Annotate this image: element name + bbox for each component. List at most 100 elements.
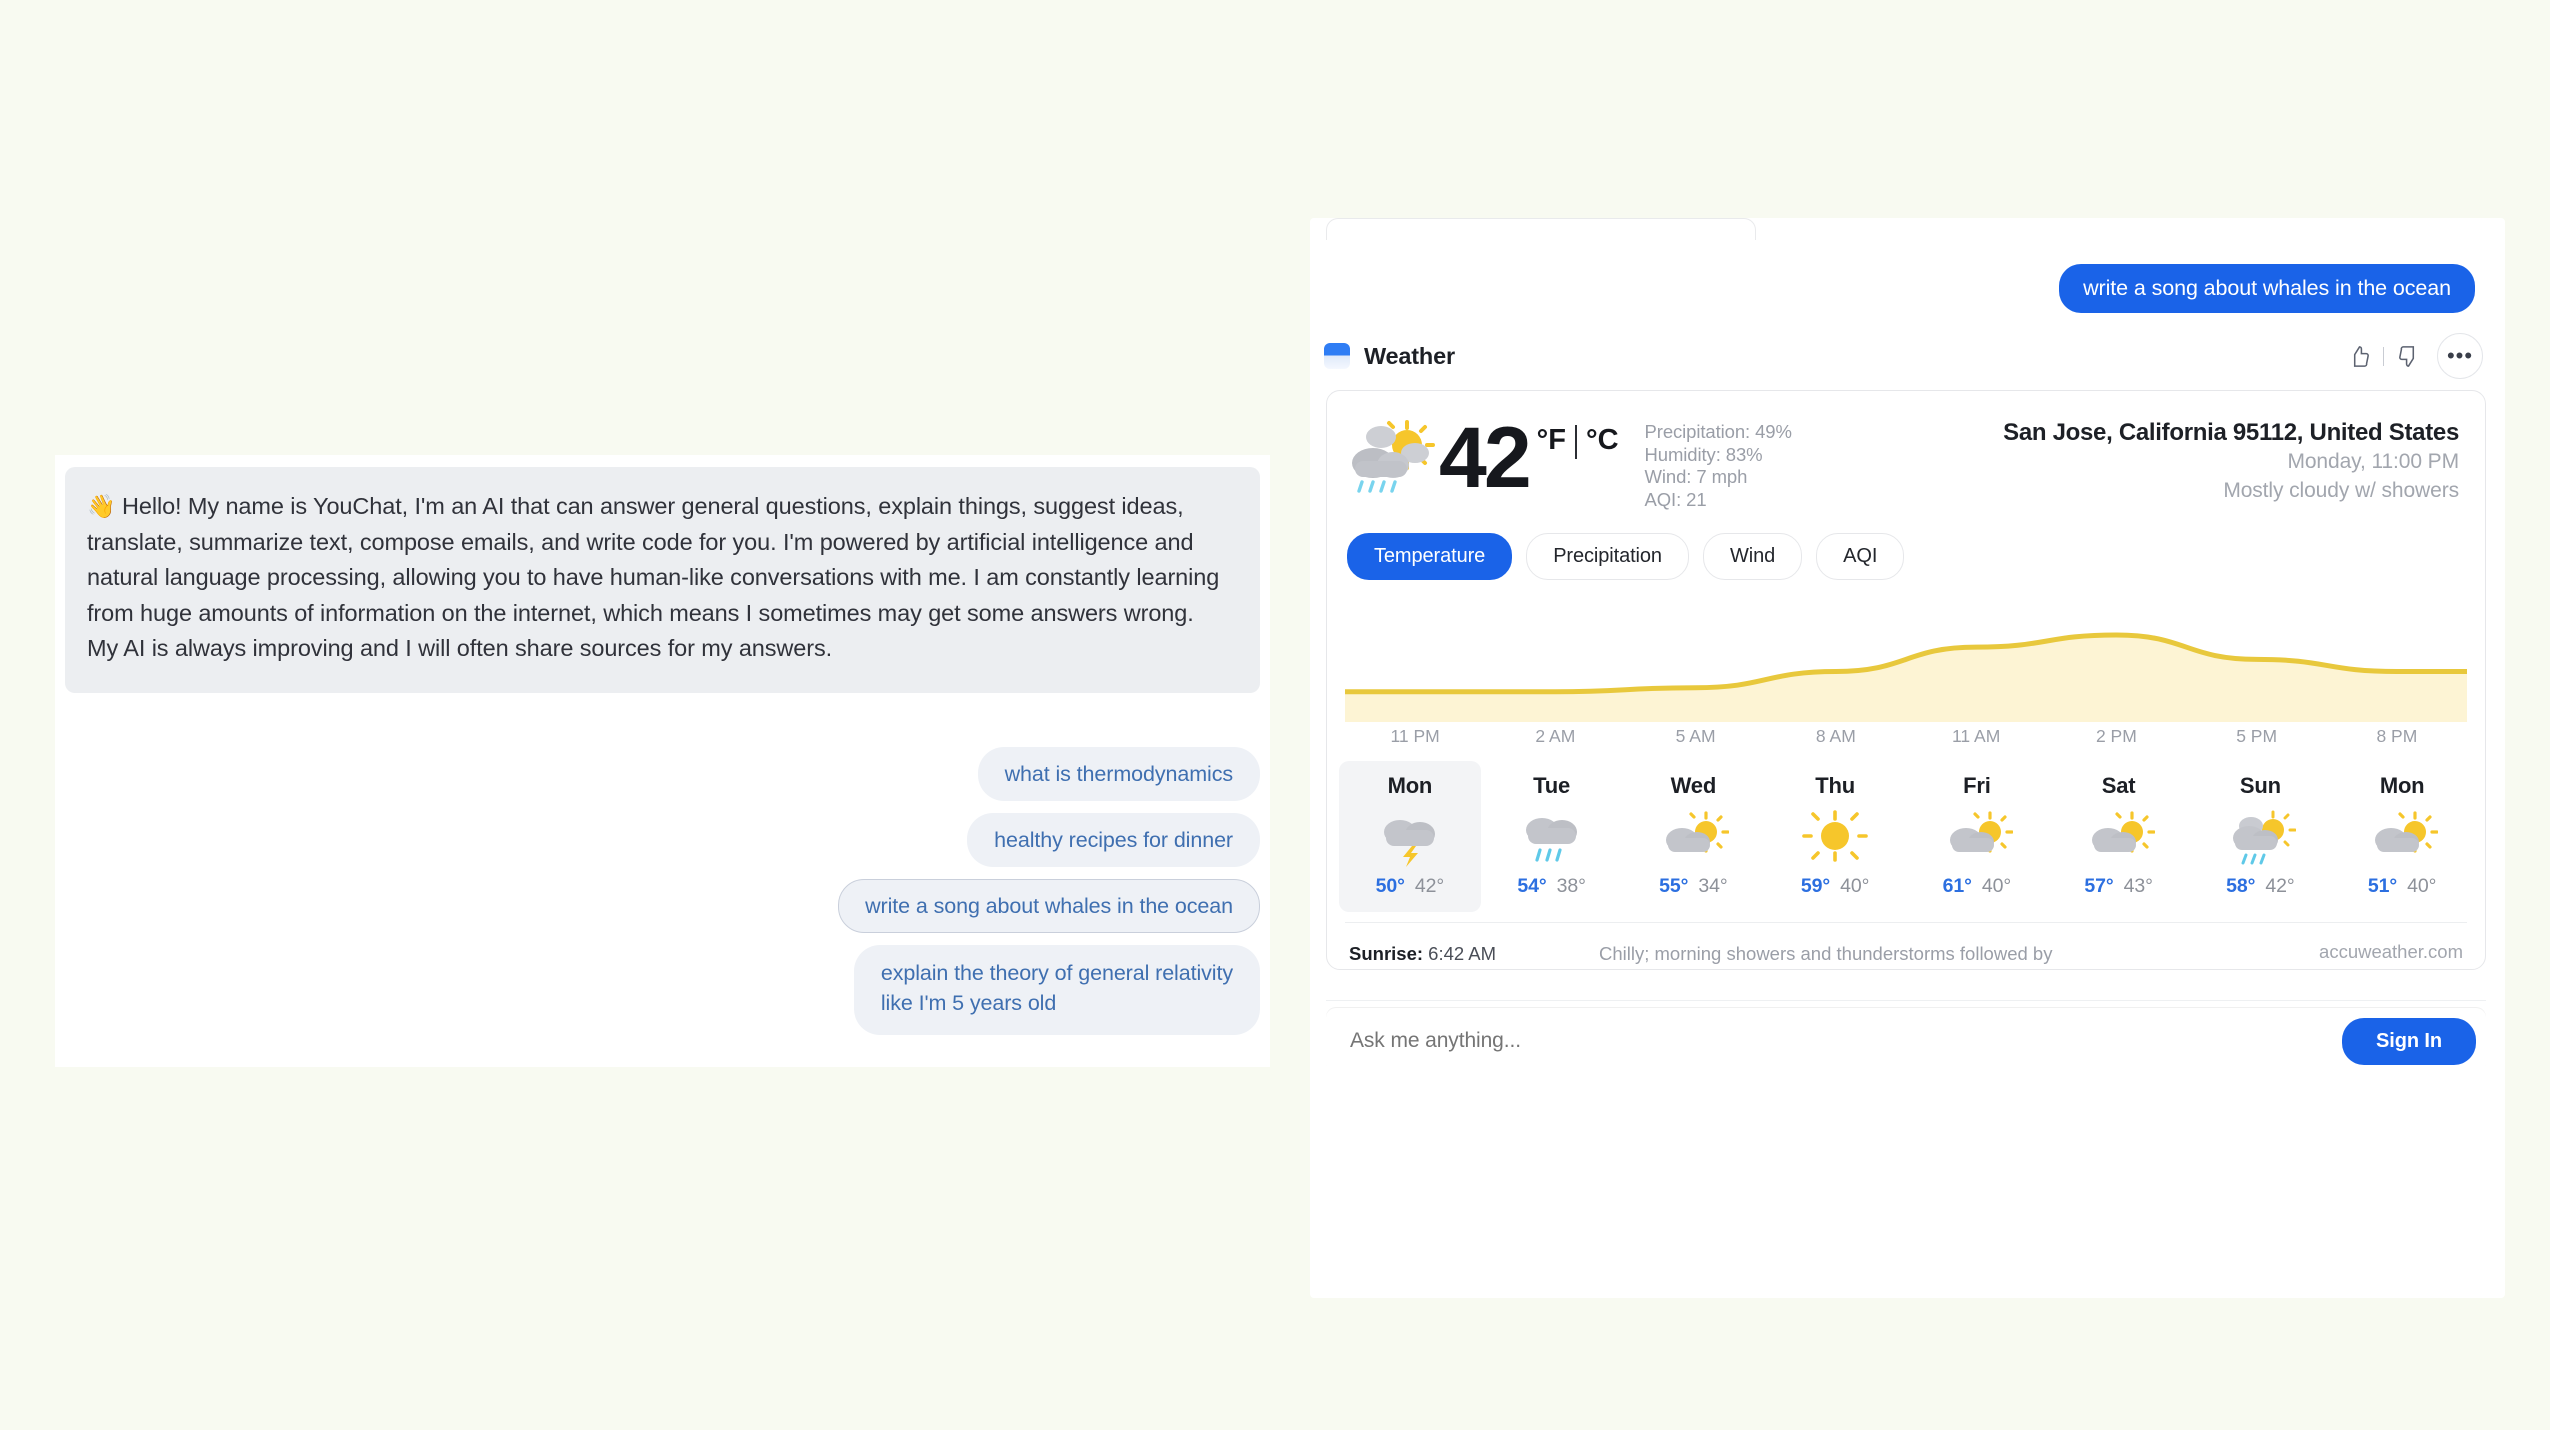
metric-aqi: AQI: 21 [1644, 488, 1707, 510]
cloud-sun-icon [1623, 807, 1765, 869]
forecast-day-name: Sat [2101, 773, 2136, 798]
weather-app-logo-icon [1324, 343, 1350, 369]
location-name: San Jose, California 95112, United State… [2003, 419, 2459, 446]
forecast-day-name: Sun [2239, 773, 2281, 798]
sunrise-row: Sunrise: 6:42 AM [1349, 941, 1599, 967]
forecast-temps: 61° 40° [1906, 875, 2048, 898]
forecast-day-sun-6[interactable]: Sun 58° 42° [2190, 761, 2332, 912]
chat-input-bar: Sign In [1326, 1008, 2486, 1074]
cloud-sun-rain-icon [1345, 419, 1437, 505]
more-options-button[interactable]: ••• [2437, 333, 2483, 379]
forecast-day-name: Tue [1533, 773, 1571, 798]
forecast-low: 40° [1840, 875, 1870, 897]
forecast-high: 51° [2367, 875, 2398, 897]
sunset-row: Sunset: 6:00 PM [1349, 967, 1599, 970]
forecast-high: 57° [2084, 875, 2114, 897]
axis-tick: 11 AM [1951, 726, 2001, 746]
unit-divider [1574, 425, 1577, 459]
forecast-summary: Chilly; morning showers and thunderstorm… [1599, 943, 2053, 964]
sign-in-button[interactable]: Sign In [2342, 1017, 2476, 1065]
weather-answer-header: Weather ••• [1310, 330, 2505, 382]
left-chat-panel: 👋 Hello! My name is YouChat, I'm an AI t… [55, 455, 1270, 1067]
thumbs-down-icon[interactable] [2391, 339, 2425, 373]
input-separator [1326, 1000, 2486, 1001]
metric-wind: Wind: 7 mph [1644, 466, 1748, 487]
tab-precipitation[interactable]: Precipitation [1526, 533, 1689, 580]
forecast-day-tue-1[interactable]: Tue 54° 38° [1481, 761, 1623, 912]
weather-source-link[interactable]: accuweather.com [2319, 941, 2463, 969]
sunset-label: Sunset: [1349, 969, 1417, 970]
local-time: Monday, 11:00 PM [2287, 450, 2459, 473]
forecast-day-name: Thu [1815, 773, 1855, 798]
axis-tick: 8 AM [1815, 726, 1856, 746]
thumbs-up-icon[interactable] [2342, 339, 2376, 373]
forecast-day-mon-7[interactable]: Mon 51° 40° [2331, 761, 2473, 912]
suggestion-chip-relativity[interactable]: explain the theory of general relativity… [853, 945, 1260, 1035]
suggestion-chip-thermodynamics[interactable]: what is thermodynamics [977, 747, 1260, 801]
sunset-value: 6:00 PM [1422, 969, 1491, 970]
forecast-low: 38° [1556, 875, 1586, 897]
action-divider [2383, 346, 2384, 366]
cloud-sun-icon [2331, 807, 2473, 869]
metric-precipitation: Precipitation: 49% [1644, 421, 1792, 442]
axis-tick: 5 AM [1675, 726, 1716, 746]
suggestion-row: what is thermodynamics [55, 747, 1270, 801]
weather-header-title: Weather [1364, 342, 1455, 369]
suggestion-row: write a song about whales in the ocean [55, 879, 1270, 933]
forecast-temps: 57° 43° [2048, 875, 2190, 898]
cloud-sun-icon [1906, 807, 2048, 869]
forecast-day-fri-4[interactable]: Fri 61° 40° [1906, 761, 2048, 912]
sun-times: Sunrise: 6:42 AM Sunset: 6:00 PM [1349, 941, 1599, 970]
cloud-sun-rain-icon [2190, 807, 2332, 869]
forecast-temps: 59° 40° [1764, 875, 1906, 898]
weather-current-row: 42 °F °C Precipitation: 49% Humidity: 83… [1327, 391, 2485, 511]
previous-card-partial [1326, 218, 1756, 240]
forecast-low: 43° [2123, 875, 2153, 897]
axis-tick: 2 AM [1535, 726, 1576, 746]
temperature-chart [1345, 602, 2467, 722]
suggestion-chip-recipes[interactable]: healthy recipes for dinner [967, 813, 1260, 867]
forecast-temps: 54° 38° [1481, 875, 1623, 898]
forecast-day-name: Wed [1670, 773, 1717, 798]
tab-aqi[interactable]: AQI [1816, 533, 1905, 580]
forecast-day-mon-0[interactable]: Mon 50° 42° [1339, 761, 1481, 912]
forecast-day-thu-3[interactable]: Thu 59° 40° [1764, 761, 1906, 912]
suggestion-row: explain the theory of general relativity… [55, 945, 1270, 1035]
sunrise-value: 6:42 AM [1428, 943, 1497, 964]
forecast-low: 34° [1698, 875, 1728, 897]
unit-toggle[interactable]: °F °C [1537, 425, 1619, 511]
forecast-temps: 50° 42° [1339, 875, 1481, 898]
forecast-low: 40° [2407, 875, 2437, 897]
tab-wind[interactable]: Wind [1702, 533, 1803, 580]
tab-temperature[interactable]: Temperature [1347, 533, 1513, 580]
daily-forecast-row: Mon 50° 42° Tue 54° 38° Wed 55° 34° Thu … [1339, 761, 2473, 912]
sunrise-label: Sunrise: [1349, 943, 1424, 964]
forecast-day-name: Mon [2379, 773, 2425, 798]
metric-humidity: Humidity: 83% [1644, 443, 1763, 465]
unit-celsius[interactable]: °C [1586, 425, 1619, 455]
forecast-high: 61° [1942, 875, 1972, 897]
unit-fahrenheit[interactable]: °F [1537, 425, 1566, 455]
weather-tab-bar: Temperature Precipitation Wind AQI [1327, 511, 2485, 580]
axis-tick: 8 PM [2376, 726, 2418, 746]
forecast-temps: 51° 40° [2331, 875, 2473, 898]
suggestion-chip-whale-song[interactable]: write a song about whales in the ocean [838, 879, 1260, 933]
axis-tick: 2 PM [2095, 726, 2137, 746]
app-root: 👋 Hello! My name is YouChat, I'm an AI t… [0, 0, 2550, 1430]
temperature-area-chart [1345, 632, 2467, 722]
weather-card: 42 °F °C Precipitation: 49% Humidity: 83… [1326, 390, 2486, 970]
user-message-bubble: write a song about whales in the ocean [2059, 264, 2475, 313]
current-condition: Mostly cloudy w/ showers [2223, 479, 2459, 502]
right-chat-panel: write a song about whales in the ocean W… [1310, 218, 2505, 1298]
location-block: San Jose, California 95112, United State… [2003, 419, 2459, 511]
ask-input[interactable] [1350, 1029, 2343, 1053]
forecast-day-name: Mon [1387, 773, 1433, 798]
forecast-high: 50° [1375, 875, 1405, 897]
forecast-day-sat-5[interactable]: Sat 57° 43° [2048, 761, 2190, 912]
axis-tick: 5 PM [2236, 726, 2278, 746]
weather-metrics: Precipitation: 49% Humidity: 83% Wind: 7… [1645, 421, 1792, 511]
sun-icon [1764, 807, 1906, 869]
assistant-message-bubble: 👋 Hello! My name is YouChat, I'm an AI t… [65, 467, 1260, 693]
forecast-day-wed-2[interactable]: Wed 55° 34° [1623, 761, 1765, 912]
suggestion-row: healthy recipes for dinner [55, 813, 1270, 867]
